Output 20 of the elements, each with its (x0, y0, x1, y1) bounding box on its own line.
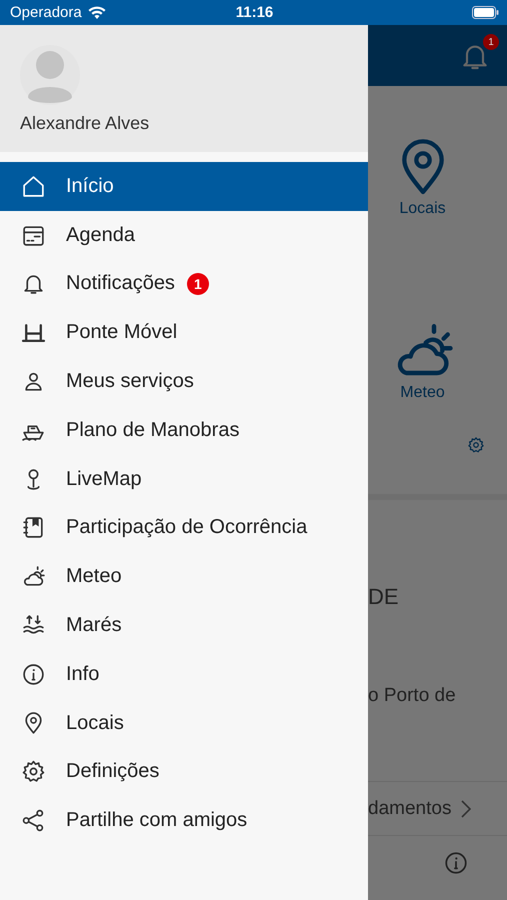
home-icon (21, 174, 46, 199)
clock-time: 11:16 (236, 4, 274, 21)
chevron-icon (461, 800, 472, 818)
battery-icon (472, 6, 499, 19)
section-heading: DE (368, 584, 400, 610)
info-icon (21, 662, 46, 687)
wifi-icon (88, 6, 106, 19)
section-link[interactable]: damentos (368, 798, 452, 820)
user-name: Alexandre Alves (20, 113, 150, 134)
share-icon (21, 808, 46, 834)
info-icon (443, 850, 469, 876)
tile-label: Locais (399, 200, 446, 218)
notification-badge: 1 (483, 34, 499, 50)
settings-icon (467, 436, 485, 454)
menu-item[interactable]: Início (0, 162, 368, 211)
carrier-name: Operadora (10, 4, 82, 21)
section-text: o Porto de (368, 685, 457, 707)
notification-badge: 1 (186, 272, 209, 295)
settings-icon (21, 759, 46, 784)
tile-label: Meteo (400, 384, 445, 402)
